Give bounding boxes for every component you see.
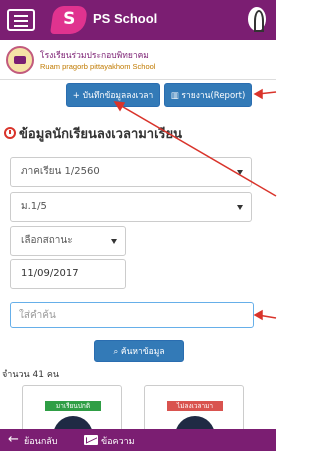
annotation-arrow-record [117,103,277,197]
annotation-arrowhead-search [253,309,263,321]
annotation-arrows [113,88,277,321]
annotation-arrowhead-report [253,88,263,100]
annotation-arrowhead-record [113,101,126,112]
